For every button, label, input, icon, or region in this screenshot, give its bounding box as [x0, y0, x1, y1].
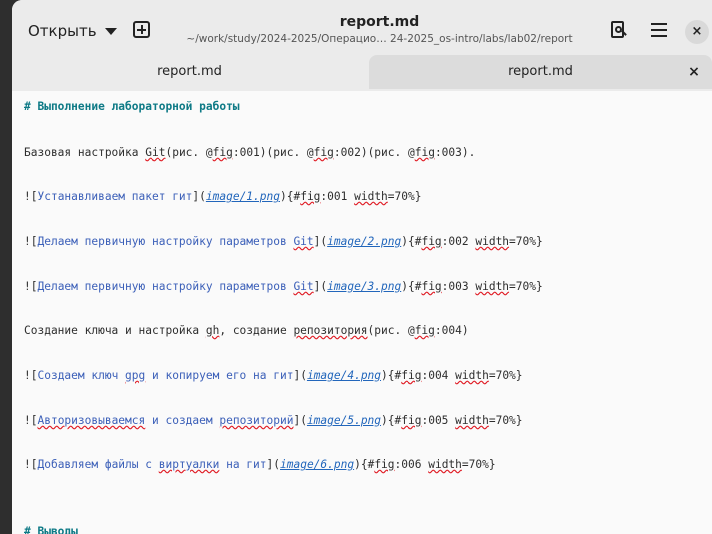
window-title: report.md — [339, 14, 420, 30]
heading-line: # Выполнение лабораторной работы — [24, 100, 240, 113]
window-close-button[interactable]: × — [685, 20, 709, 44]
tab-close-icon[interactable]: × — [684, 55, 704, 89]
document-search-icon[interactable] — [607, 19, 629, 41]
tab-label: report.md — [508, 64, 573, 79]
image-link-line: ![Устанавливаем пакет гит](image/1.png){… — [24, 190, 422, 203]
image-link-line: ![Делаем первичную настройку параметров … — [24, 235, 543, 248]
tab-bar: report.md report.md × — [12, 55, 712, 91]
heading-line: # Выводы — [24, 525, 78, 534]
text-line: Базовая настройка Git(рис. @fig:001)(рис… — [24, 146, 476, 159]
tab-label: report.md — [157, 64, 222, 79]
open-button[interactable]: Открыть — [22, 17, 123, 45]
text-editor-window: Открыть report.md ~/work/study/2024-2025… — [12, 0, 712, 534]
open-button-label: Открыть — [28, 22, 97, 40]
image-link-line: ![Делаем первичную настройку параметров … — [24, 280, 543, 293]
hamburger-menu-icon[interactable] — [648, 19, 670, 41]
tab-report-1[interactable]: report.md — [12, 55, 367, 89]
chevron-down-icon — [104, 27, 117, 35]
image-link-line: ![Авторизовываемся и создаем репозиторий… — [24, 414, 523, 427]
file-path: ~/work/study/2024-2025/Операцио… 24-2025… — [186, 33, 573, 45]
text-line: Создание ключа и настройка gh, создание … — [24, 324, 469, 337]
window-title-block: report.md ~/work/study/2024-2025/Операци… — [172, 14, 587, 45]
new-tab-icon[interactable] — [133, 21, 150, 38]
header-bar: Открыть report.md ~/work/study/2024-2025… — [12, 0, 712, 55]
image-link-line: ![Добавляем файлы с виртуалки на гит](im… — [24, 458, 496, 471]
image-link-line: ![Создаем ключ gpg и копируем его на гит… — [24, 369, 523, 382]
text-area[interactable]: # Выполнение лабораторной работы Базовая… — [12, 91, 712, 534]
tab-report-2[interactable]: report.md × — [369, 55, 712, 89]
